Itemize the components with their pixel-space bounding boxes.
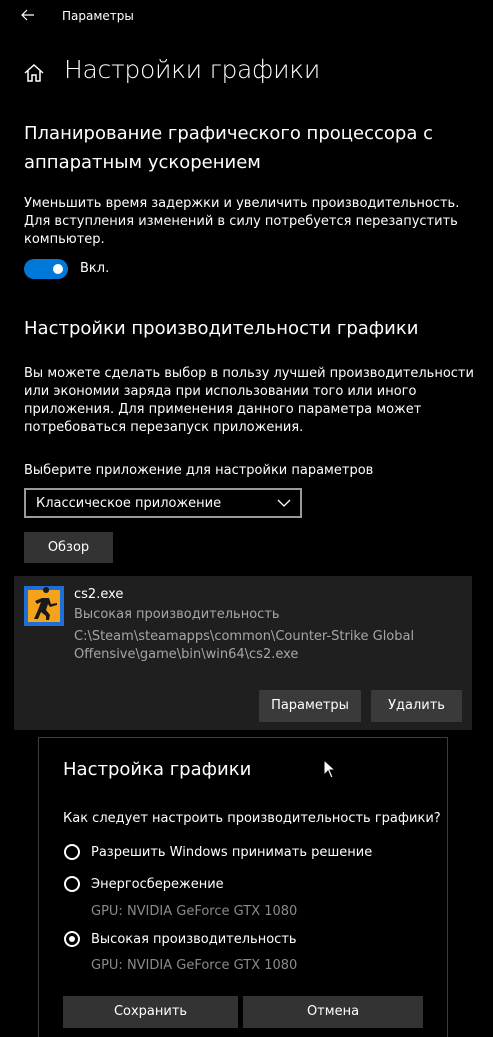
high-performance-gpu: GPU: NVIDIA GeForce GTX 1080 [91, 958, 298, 973]
window-title: Параметры [62, 9, 134, 23]
perf-settings-title: Настройки производительности графики [24, 318, 419, 339]
gpu-scheduling-toggle[interactable] [24, 259, 68, 279]
dialog-question: Как следует настроить производительность… [63, 811, 441, 826]
options-button[interactable]: Параметры [259, 690, 361, 722]
radio-power-saving[interactable] [64, 876, 80, 892]
back-arrow-icon[interactable] [18, 5, 38, 25]
radio-high-performance[interactable] [64, 931, 80, 947]
cancel-button[interactable]: Отмена [243, 996, 423, 1028]
app-preference: Высокая производительность [74, 607, 280, 622]
toggle-state-label: Вкл. [80, 261, 110, 276]
perf-settings-description: Вы можете сделать выбор в пользу лучшей … [24, 366, 474, 435]
home-icon [24, 63, 44, 82]
dialog-title: Настройка графики [63, 759, 252, 780]
dropdown-value: Классическое приложение [36, 496, 222, 511]
app-path: C:\Steam\steamapps\common\Counter-Strike… [74, 629, 415, 662]
gpu-scheduling-title: Планирование графического процессора с а… [24, 123, 433, 173]
toggle-knob [53, 264, 63, 274]
option-high-performance-label[interactable]: Высокая производительность [91, 932, 297, 947]
chevron-down-icon [277, 499, 291, 507]
app-type-dropdown[interactable]: Классическое приложение [24, 488, 302, 518]
browse-button[interactable]: Обзор [24, 532, 113, 563]
power-saving-gpu: GPU: NVIDIA GeForce GTX 1080 [91, 904, 298, 919]
option-power-saving-label[interactable]: Энергосбережение [91, 877, 224, 892]
cs2-app-icon [24, 586, 64, 626]
gpu-scheduling-description: Уменьшить время задержки и увеличить про… [24, 196, 460, 247]
mouse-cursor-icon [323, 759, 337, 779]
app-select-label: Выберите приложение для настройки параме… [24, 463, 374, 478]
page-title: Настройки графики [64, 55, 320, 84]
app-name: cs2.exe [74, 587, 124, 602]
remove-button[interactable]: Удалить [371, 690, 462, 722]
option-let-windows-decide-label[interactable]: Разрешить Windows принимать решение [91, 845, 372, 860]
save-button[interactable]: Сохранить [63, 996, 238, 1028]
radio-selected-dot [69, 936, 75, 942]
radio-let-windows-decide[interactable] [64, 844, 80, 860]
